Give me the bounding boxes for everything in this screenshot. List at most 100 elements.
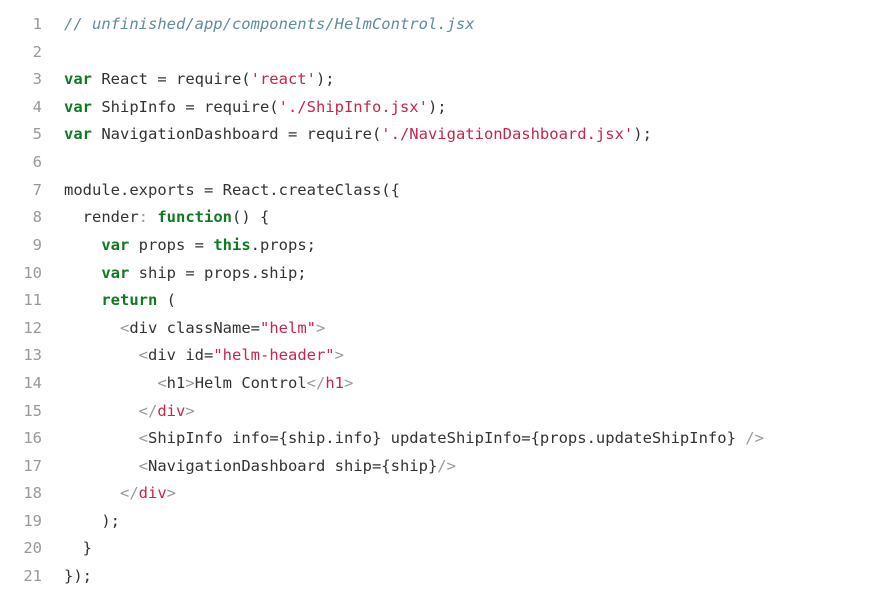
code-token: './ShipInfo.jsx' (278, 98, 428, 116)
line-number: 14 (23, 374, 42, 392)
code-line: 3 var React = require('react'); (0, 66, 874, 94)
code-token: </ (306, 374, 326, 392)
code-token: div (138, 484, 167, 502)
line-number: 9 (32, 236, 42, 254)
code-token: /> (437, 457, 456, 475)
line-code: var NavigationDashboard = require('./Nav… (64, 121, 652, 149)
code-line: 16 <ShipInfo info={ship.info} updateShip… (0, 425, 874, 453)
line-code: var ship = props.ship; (64, 260, 306, 288)
code-token: h1 (166, 374, 186, 392)
code-token: } (64, 539, 92, 557)
code-token: .props; (250, 236, 316, 254)
line-code: <ShipInfo info={ship.info} updateShipInf… (64, 425, 764, 453)
line-number: 17 (23, 457, 42, 475)
line-code: <div className="helm"> (64, 315, 325, 343)
line-number: 4 (32, 98, 42, 116)
line-code: render: function() { (64, 204, 270, 232)
code-line: 5 var NavigationDashboard = require('./Na… (0, 121, 874, 149)
line-number: 19 (23, 512, 42, 530)
code-token: module.exports = React.createClass({ (64, 181, 400, 199)
line-code: module.exports = React.createClass({ (64, 177, 400, 205)
code-line: 20 } (0, 535, 874, 563)
code-token: < (120, 319, 130, 337)
line-code: var ShipInfo = require('./ShipInfo.jsx')… (64, 94, 447, 122)
code-token: var (64, 125, 92, 143)
line-number: 13 (23, 346, 42, 364)
code-token: > (185, 402, 195, 420)
code-token: () { (232, 208, 270, 226)
line-code: var React = require('react'); (64, 66, 335, 94)
code-token: > (166, 484, 177, 502)
line-number: 15 (23, 402, 42, 420)
code-token: var (101, 264, 130, 282)
code-line: 2 (0, 39, 874, 67)
code-token: var (64, 70, 92, 88)
code-line: 17 <NavigationDashboard ship={ship}/> (0, 453, 874, 481)
line-code: </div> (64, 480, 176, 508)
code-token: < (138, 457, 148, 475)
line-code: </div> (64, 398, 195, 426)
line-number: 3 (32, 70, 42, 88)
code-token: : (138, 208, 148, 226)
code-line: 13 <div id="helm-header"> (0, 342, 874, 370)
code-line: 6 (0, 149, 874, 177)
code-token: < (138, 429, 148, 447)
line-number: 1 (32, 15, 42, 33)
code-token: > (316, 319, 326, 337)
code-token: h1 (325, 374, 345, 392)
code-token: > (334, 346, 344, 364)
code-token: ); (427, 98, 447, 116)
code-token: div id= (148, 346, 214, 364)
line-code: <h1>Helm Control</h1> (64, 370, 353, 398)
code-token: < (157, 374, 167, 392)
code-token: var (64, 98, 92, 116)
line-number: 10 (23, 264, 42, 282)
code-token: NavigationDashboard ship={ship} (148, 457, 438, 475)
code-line: 4 var ShipInfo = require('./ShipInfo.jsx'… (0, 94, 874, 122)
line-code: ); (64, 508, 120, 536)
line-number: 2 (32, 43, 42, 61)
code-line: 19 ); (0, 508, 874, 536)
code-token: "helm" (260, 319, 316, 337)
code-token: div className= (129, 319, 260, 337)
code-token: React = require( (92, 70, 251, 88)
line-number: 5 (32, 125, 42, 143)
code-token: > (344, 374, 354, 392)
line-code: }); (64, 563, 92, 591)
code-token: /> (745, 429, 764, 447)
line-number: 12 (23, 319, 42, 337)
code-token: ); (64, 512, 120, 530)
code-line: 10 var ship = props.ship; (0, 260, 874, 288)
line-code: <div id="helm-header"> (64, 342, 344, 370)
line-number: 6 (32, 153, 42, 171)
code-line: 7 module.exports = React.createClass({ (0, 177, 874, 205)
code-token: './NavigationDashboard.jsx' (381, 125, 634, 143)
line-number: 18 (23, 484, 42, 502)
code-token: props = (129, 236, 214, 254)
code-token: ShipInfo = require( (92, 98, 279, 116)
code-line: 1 // unfinished/app/components/HelmContro… (0, 11, 874, 39)
code-line: 14 <h1>Helm Control</h1> (0, 370, 874, 398)
code-token: </ (120, 484, 139, 502)
code-token: var (101, 236, 130, 254)
code-line: 8 render: function() { (0, 204, 874, 232)
code-token: NavigationDashboard = require( (92, 125, 382, 143)
code-token: 'react' (250, 70, 316, 88)
code-token: div (157, 402, 186, 420)
code-token: this (213, 236, 251, 254)
code-token: < (138, 346, 148, 364)
code-token: function (157, 208, 232, 226)
code-line: 18 </div> (0, 480, 874, 508)
code-token: // unfinished/app/components/HelmControl… (64, 15, 475, 33)
code-token: ); (633, 125, 652, 143)
line-code: var props = this.props; (64, 232, 316, 260)
code-token: > (185, 374, 195, 392)
